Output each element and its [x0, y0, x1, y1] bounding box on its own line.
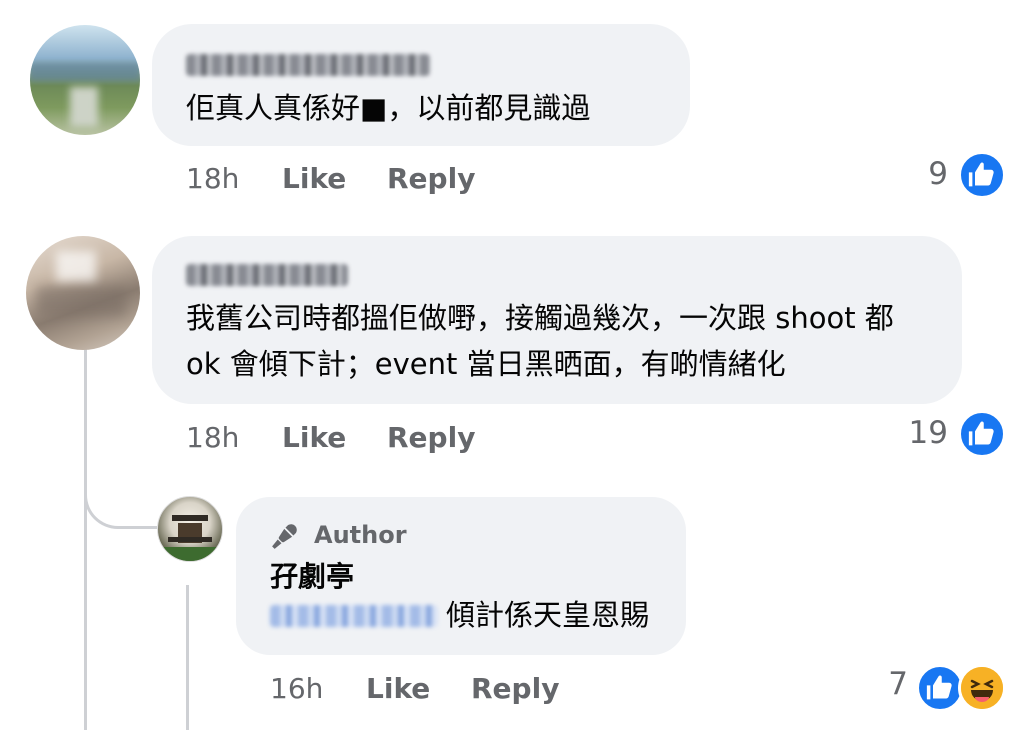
reaction-count[interactable]: 9	[900, 156, 948, 192]
thumbs-up-icon[interactable]	[916, 664, 964, 712]
author-name-redacted[interactable]	[186, 54, 430, 76]
haha-emoji-icon[interactable]	[958, 664, 1006, 712]
like-button[interactable]: Like	[282, 162, 346, 195]
comment-text-line-1: 我舊公司時都搵佢做嘢，接觸過幾次，一次跟 shoot 都	[186, 301, 894, 335]
author-badge: Author	[314, 521, 407, 549]
thumbs-up-icon[interactable]	[958, 151, 1006, 199]
mentioned-user-redacted[interactable]	[270, 605, 438, 627]
avatar[interactable]	[30, 25, 140, 135]
avatar[interactable]	[26, 236, 140, 350]
microphone-icon	[270, 521, 300, 551]
reply-button[interactable]: Reply	[471, 672, 559, 705]
like-button[interactable]: Like	[366, 672, 430, 705]
comment-time[interactable]: 18h	[186, 162, 239, 195]
reply-time[interactable]: 16h	[270, 672, 323, 705]
reply-bubble: Author 孖劇亭 傾計係天皇恩賜	[236, 497, 686, 655]
thread-connector	[84, 440, 157, 529]
reply-button[interactable]: Reply	[387, 162, 475, 195]
reaction-count[interactable]: 7	[868, 666, 908, 702]
thumbs-up-icon[interactable]	[958, 410, 1006, 458]
comment-bubble: 我舊公司時都搵佢做嘢，接觸過幾次，一次跟 shoot 都 ok 會傾下計；eve…	[152, 236, 962, 404]
comment-bubble: 佢真人真係好■，以前都見識過	[152, 24, 690, 146]
comment-time[interactable]: 18h	[186, 421, 239, 454]
like-button[interactable]: Like	[282, 421, 346, 454]
comment-text-line-2: ok 會傾下計；event 當日黑晒面，有啲情緒化	[186, 347, 786, 381]
reply-author-name[interactable]: 孖劇亭	[270, 555, 354, 599]
reply-button[interactable]: Reply	[387, 421, 475, 454]
reply-text: 傾計係天皇恩賜	[446, 598, 650, 632]
avatar[interactable]	[157, 496, 223, 562]
comment-text: 佢真人真係好■，以前都見識過	[186, 91, 591, 125]
thread-line	[84, 346, 87, 730]
reply-thread-line	[186, 585, 189, 730]
author-name-redacted[interactable]	[186, 264, 348, 286]
reaction-count[interactable]: 19	[884, 415, 948, 451]
